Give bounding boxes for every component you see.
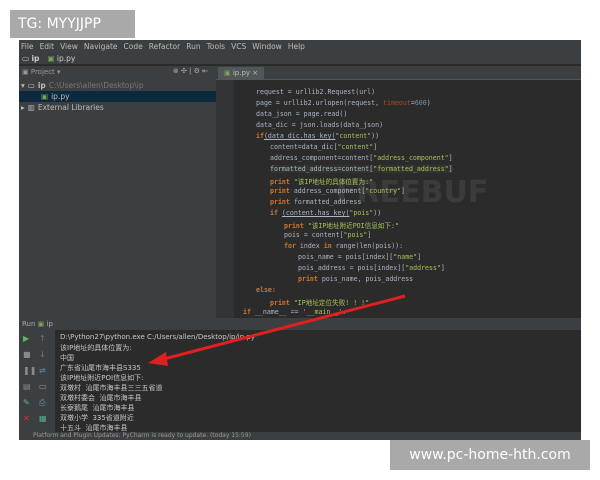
watermark-top-left: TG: MYYJJPP — [10, 10, 135, 38]
red-arrow — [148, 294, 406, 366]
watermark-bottom-right: www.pc-home-hth.com — [390, 440, 590, 470]
